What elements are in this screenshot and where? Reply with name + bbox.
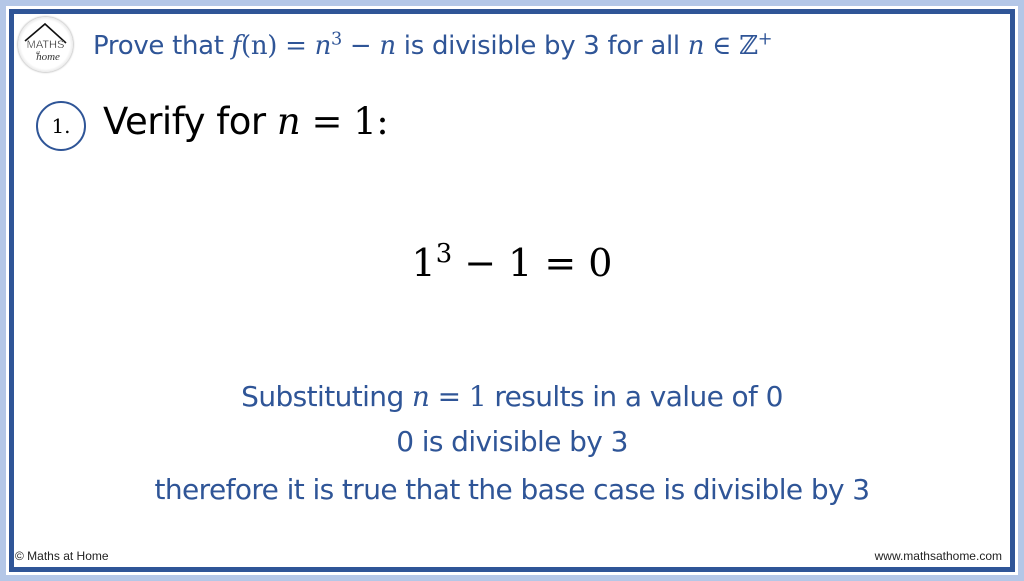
title-minus: − [341,31,380,61]
logo-home-text: home [36,51,60,63]
title-prefix: Prove that [93,31,232,61]
title-eq: = [277,31,315,61]
title-var: n [379,31,396,61]
step-text: Verify for [103,100,277,143]
equation-rest: − 1 = 0 [452,241,613,285]
title-var2: n [687,31,705,61]
explanation-line-2: 0 is divisible by 3 [396,425,628,458]
equation-base: 1 [411,241,436,285]
copyright-text: © Maths at Home [15,549,109,563]
title-arg: (n) [241,31,278,61]
explanation-line1-suffix: results in a value of 0 [486,380,783,413]
explanation-line1-var: n [411,380,430,413]
explanation-line-1: Substituting n = 1 results in a value of… [0,380,1024,413]
title-exp: 3 [331,29,342,50]
step-var: n [276,100,301,143]
explanation-line-3: therefore it is true that the base case … [154,473,871,506]
explanation-line1-eq: = 1 [429,380,487,413]
title-set: ℤ [739,31,758,61]
title-set-sup: + [757,29,773,50]
title-middle: is divisible by 3 for all [395,31,688,61]
step-heading: Verify for n = 1: [103,100,389,143]
equation-exp: 3 [435,238,453,269]
step-number: 1. [51,114,71,138]
maths-at-home-logo: MATHS at home [18,17,73,72]
step-number-badge: 1. [36,101,86,151]
page-title: Prove that f(n) = n3 − n is divisible by… [93,29,773,61]
title-base: n [314,31,332,61]
website-link[interactable]: www.mathsathome.com [875,549,1002,563]
title-func: f [231,31,242,61]
step-eq: = 1: [300,100,389,143]
base-case-equation: 13 − 1 = 0 [0,241,1024,285]
title-in: ∈ [704,31,740,61]
house-roof-icon: MATHS at home [24,22,67,63]
logo-maths-text: MATHS [27,39,65,51]
explanation-line1-prefix: Substituting [241,380,412,413]
